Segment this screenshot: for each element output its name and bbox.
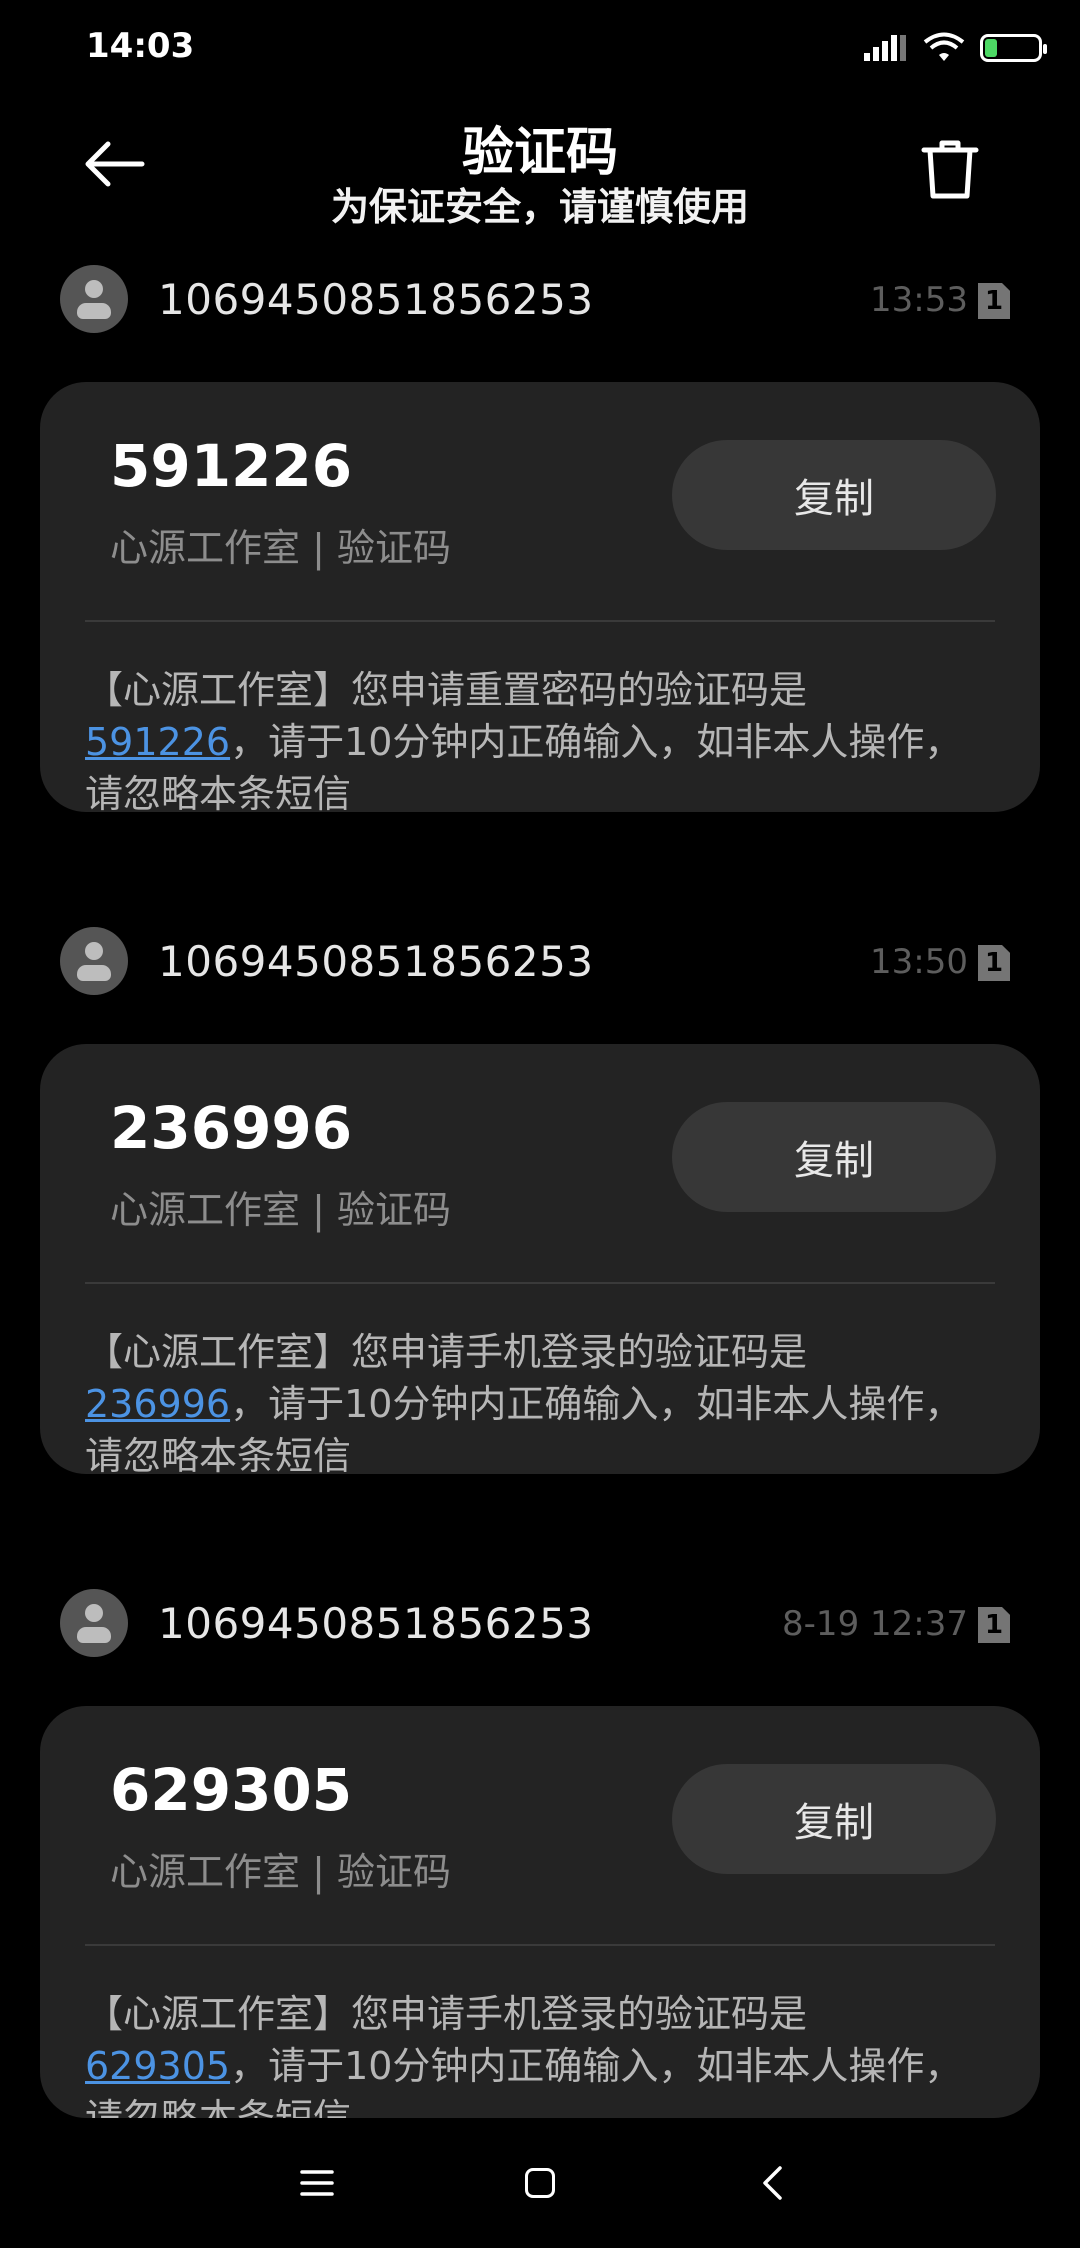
wifi-icon: [923, 32, 965, 61]
message-time: 8-19 12:37: [782, 1604, 968, 1644]
avatar-body: [77, 965, 111, 981]
message-body-prefix: 【心源工作室】您申请重置密码的验证码是: [85, 668, 808, 712]
verification-code: 629305: [110, 1756, 353, 1824]
message-body: 【心源工作室】您申请重置密码的验证码是591226，请于10分钟内正确输入，如非…: [85, 664, 990, 812]
code-link[interactable]: 236996: [85, 1382, 230, 1426]
page-title: 验证码: [461, 123, 618, 183]
message-body-prefix: 【心源工作室】您申请手机登录的验证码是: [85, 1330, 808, 1374]
copy-button[interactable]: 复制: [672, 1764, 996, 1874]
message-body-prefix: 【心源工作室】您申请手机登录的验证码是: [85, 1992, 808, 2036]
home-icon[interactable]: [525, 2168, 555, 2198]
nav-back-icon[interactable]: [756, 2164, 790, 2202]
avatar-head: [85, 942, 103, 960]
avatar-body: [77, 303, 111, 319]
avatar[interactable]: [60, 1589, 128, 1657]
code-source: 心源工作室 | 验证码: [110, 1850, 451, 1894]
battery-fill: [985, 39, 997, 57]
sim-card-icon: 1: [978, 1607, 1010, 1643]
code-link[interactable]: 629305: [85, 2044, 230, 2088]
copy-button[interactable]: 复制: [672, 440, 996, 550]
code-card[interactable]: 591226 心源工作室 | 验证码 复制 【心源工作室】您申请重置密码的验证码…: [40, 382, 1040, 812]
code-card[interactable]: 236996 心源工作室 | 验证码 复制 【心源工作室】您申请手机登录的验证码…: [40, 1044, 1040, 1474]
battery-icon: 24: [980, 34, 1047, 62]
divider: [85, 1944, 995, 1946]
divider: [85, 1282, 995, 1284]
message-body: 【心源工作室】您申请手机登录的验证码是236996，请于10分钟内正确输入，如非…: [85, 1326, 990, 1474]
code-link[interactable]: 591226: [85, 720, 230, 764]
code-card[interactable]: 629305 心源工作室 | 验证码 复制 【心源工作室】您申请手机登录的验证码…: [40, 1706, 1040, 2118]
copy-button[interactable]: 复制: [672, 1102, 996, 1212]
code-source: 心源工作室 | 验证码: [110, 1188, 451, 1232]
verification-code: 236996: [110, 1094, 353, 1162]
avatar-body: [77, 1627, 111, 1643]
signal-icon: [864, 35, 906, 61]
status-icons: 24: [864, 28, 1047, 68]
header: 验证码 为保证安全，请谨慎使用: [0, 100, 1080, 230]
message-time: 13:53: [870, 280, 968, 320]
sender-row: 1069450851856253 13:50 1: [0, 927, 1080, 997]
trash-icon[interactable]: [920, 138, 980, 202]
avatar[interactable]: [60, 265, 128, 333]
avatar-head: [85, 280, 103, 298]
status-time: 14:03: [86, 26, 195, 66]
code-source: 心源工作室 | 验证码: [110, 526, 451, 570]
sender-number: 1069450851856253: [158, 275, 594, 324]
sender-number: 1069450851856253: [158, 937, 594, 986]
system-nav-bar: [0, 2120, 1080, 2248]
page-subtitle: 为保证安全，请谨慎使用: [330, 185, 749, 229]
verification-code: 591226: [110, 432, 353, 500]
sender-row: 1069450851856253 13:53 1: [0, 265, 1080, 335]
sender-row: 1069450851856253 8-19 12:37 1: [0, 1589, 1080, 1659]
sim-card-icon: 1: [978, 283, 1010, 319]
divider: [85, 620, 995, 622]
battery-level: 24: [998, 37, 1024, 59]
message-time: 13:50: [870, 942, 968, 982]
sender-number: 1069450851856253: [158, 1599, 594, 1648]
message-body: 【心源工作室】您申请手机登录的验证码是629305，请于10分钟内正确输入，如非…: [85, 1988, 990, 2118]
menu-icon[interactable]: [300, 2166, 334, 2200]
sim-card-icon: 1: [978, 945, 1010, 981]
avatar[interactable]: [60, 927, 128, 995]
status-bar: 14:03 24: [0, 0, 1080, 96]
avatar-head: [85, 1604, 103, 1622]
